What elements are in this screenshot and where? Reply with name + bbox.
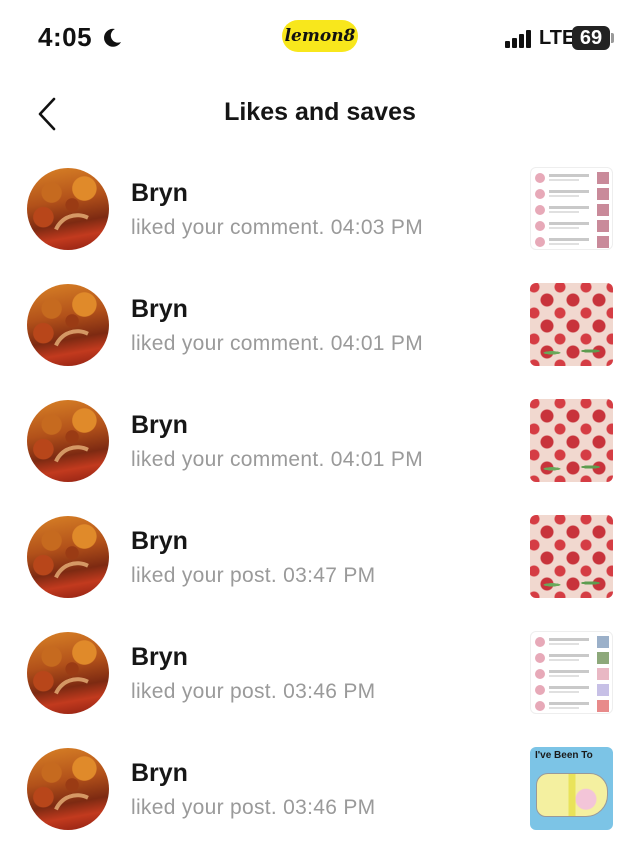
post-thumbnail[interactable]	[530, 631, 613, 714]
thumb-line	[535, 220, 609, 232]
network-type: LTE	[539, 27, 576, 49]
avatar[interactable]	[27, 168, 109, 250]
status-bar: 4:05 lemon8 LTE 69	[0, 0, 640, 76]
notification-row[interactable]: Bryn liked your post. 03:46 PM I've Been…	[0, 740, 640, 848]
notification-text: liked your comment. 04:01 PM	[131, 448, 424, 471]
avatar[interactable]	[27, 284, 109, 366]
battery-icon: 69	[572, 26, 610, 50]
user-name[interactable]: Bryn	[131, 179, 188, 208]
notification-row[interactable]: Bryn liked your post. 03:46 PM	[0, 624, 640, 740]
moon-icon	[104, 28, 121, 47]
thumb-line	[535, 188, 609, 200]
post-thumbnail[interactable]	[530, 283, 613, 366]
notification-text: liked your comment. 04:01 PM	[131, 332, 424, 355]
signal-icon	[505, 30, 531, 48]
notification-text: liked your post. 03:46 PM	[131, 680, 376, 703]
post-thumbnail[interactable]	[530, 515, 613, 598]
notification-text: liked your comment. 04:03 PM	[131, 216, 424, 239]
notification-row[interactable]: Bryn liked your comment. 04:01 PM	[0, 392, 640, 508]
post-thumbnail[interactable]	[530, 167, 613, 250]
avatar[interactable]	[27, 748, 109, 830]
notification-row[interactable]: Bryn liked your post. 03:47 PM	[0, 508, 640, 624]
user-name[interactable]: Bryn	[131, 643, 188, 672]
notification-row[interactable]: Bryn liked your comment. 04:03 PM	[0, 160, 640, 276]
avatar[interactable]	[27, 516, 109, 598]
user-name[interactable]: Bryn	[131, 411, 188, 440]
app-logo-badge: lemon8	[282, 20, 358, 52]
thumb-line	[535, 236, 609, 248]
notification-text: liked your post. 03:47 PM	[131, 564, 376, 587]
thumb-line	[535, 652, 609, 664]
header: Likes and saves	[0, 88, 640, 140]
post-thumbnail[interactable]: I've Been To	[530, 747, 613, 830]
thumb-line	[535, 668, 609, 680]
page-title: Likes and saves	[224, 98, 416, 126]
avatar[interactable]	[27, 400, 109, 482]
notification-text: liked your post. 03:46 PM	[131, 796, 376, 819]
thumb-line	[535, 204, 609, 216]
status-time: 4:05	[38, 22, 93, 52]
thumb-line	[535, 172, 609, 184]
thumb-line	[535, 700, 609, 712]
avatar[interactable]	[27, 632, 109, 714]
post-thumbnail[interactable]	[530, 399, 613, 482]
battery-cap	[611, 33, 614, 43]
notification-list: Bryn liked your comment. 04:03 PM Bryn l…	[0, 160, 640, 848]
user-name[interactable]: Bryn	[131, 759, 188, 788]
user-name[interactable]: Bryn	[131, 527, 188, 556]
notification-row[interactable]: Bryn liked your comment. 04:01 PM	[0, 276, 640, 392]
user-name[interactable]: Bryn	[131, 295, 188, 324]
us-map-graphic	[536, 773, 608, 817]
thumb-line	[535, 636, 609, 648]
map-thumb-title: I've Been To	[535, 750, 593, 761]
thumb-line	[535, 684, 609, 696]
